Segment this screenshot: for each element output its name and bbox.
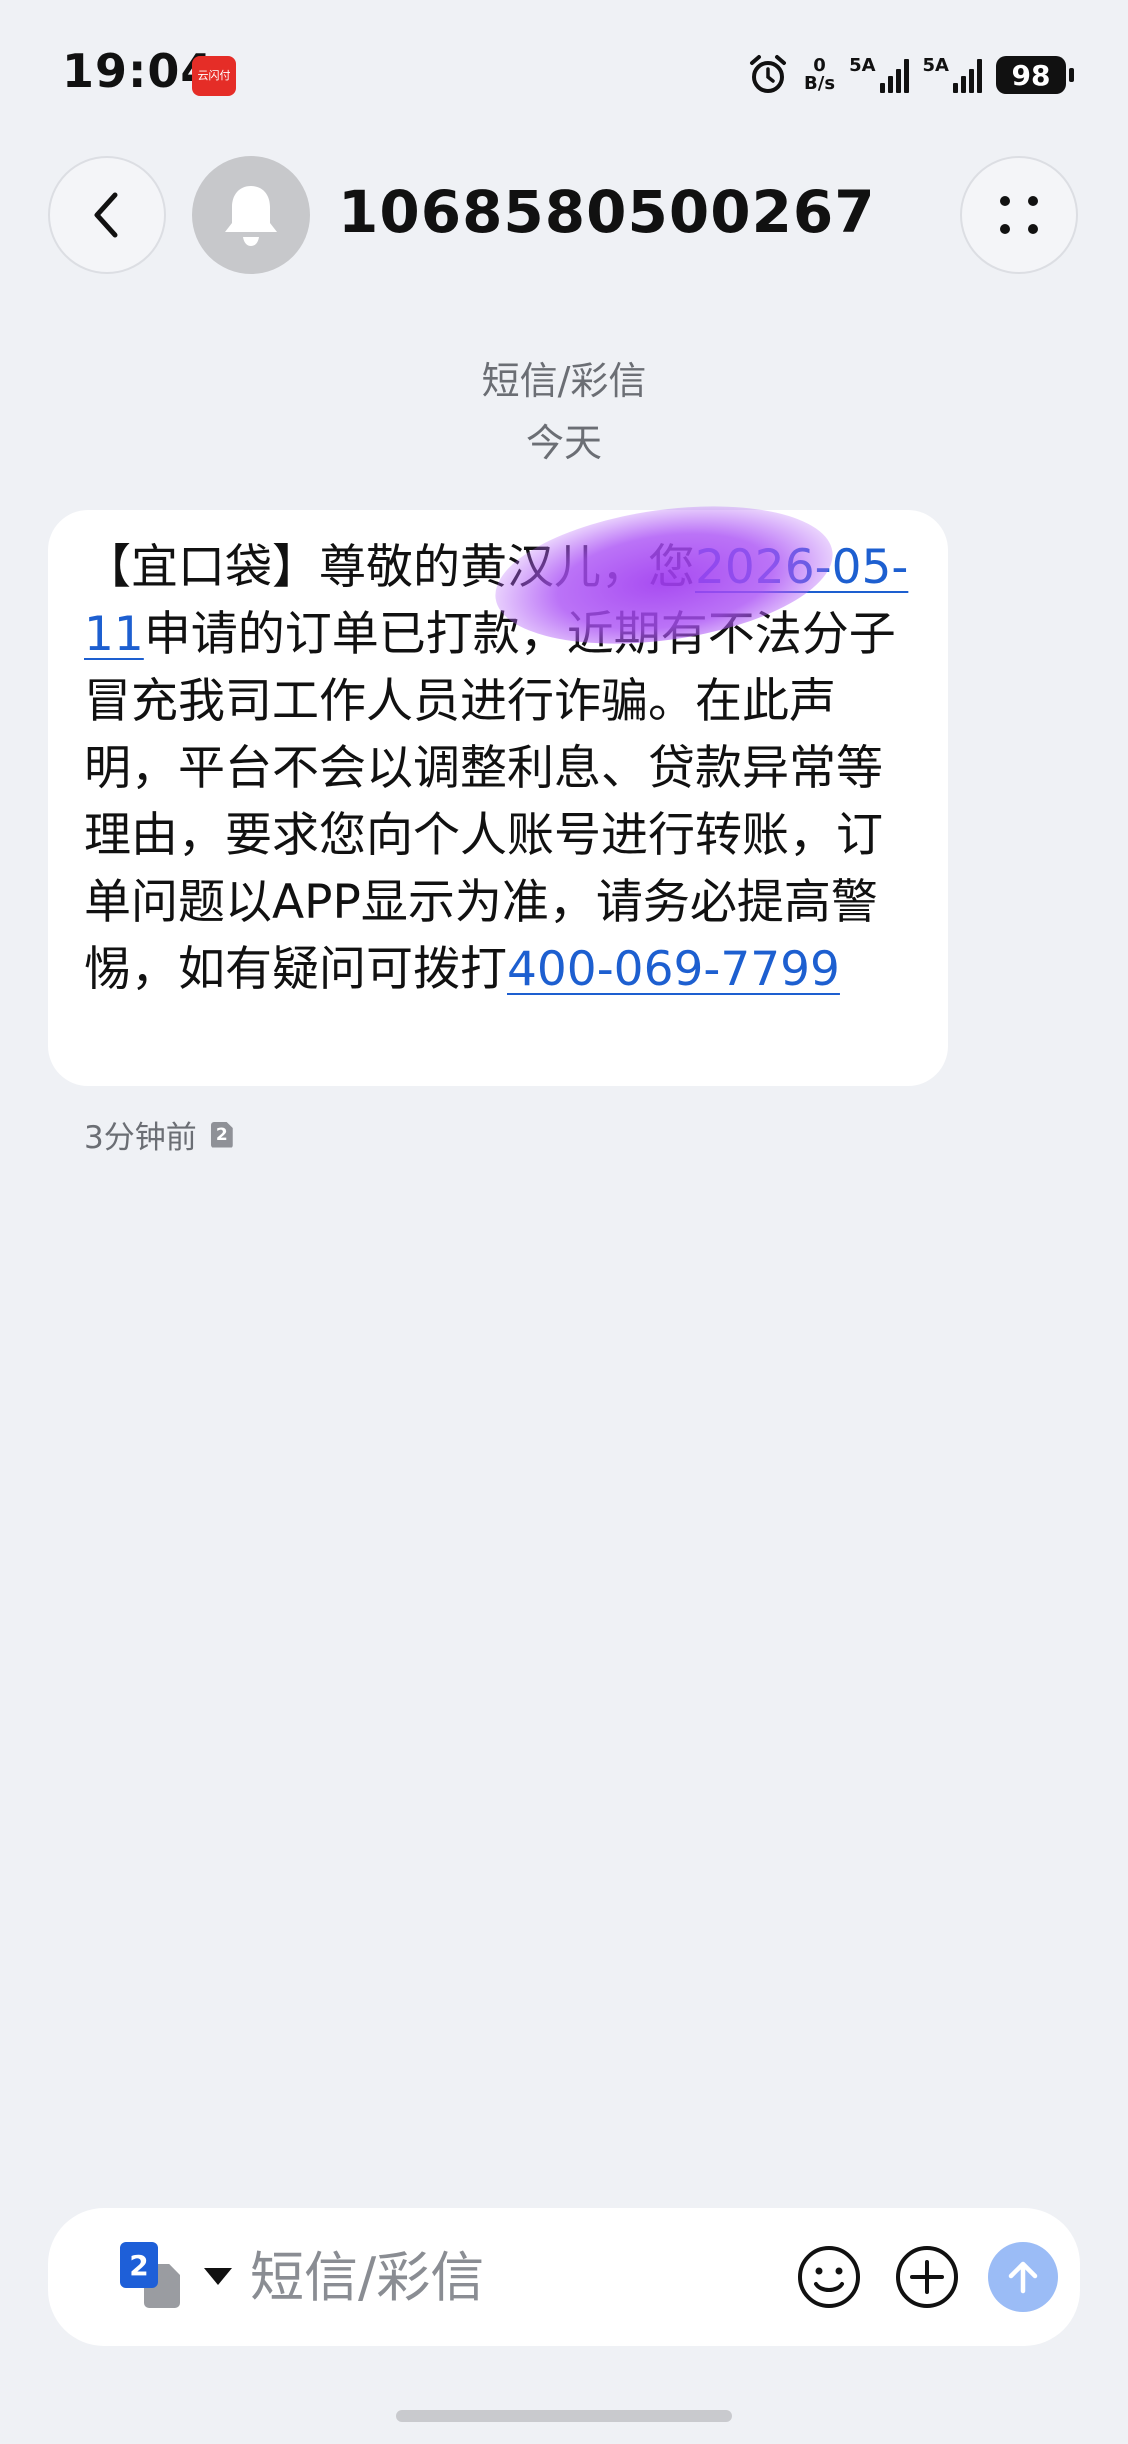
plus-circle-icon[interactable] [894,2244,960,2310]
message-text-part: 申请的订单已打款，近期有不法分子冒充我司工作人员进行诈骗。在此声明，平台不会以调… [84,607,896,997]
messages-screen: 19:04 云闪付 0 B/s 5A 5A 98 1068580500267 短… [0,0,1128,2444]
alarm-clock-icon [750,55,787,93]
network-speed: 0 B/s [804,57,835,93]
message-bubble[interactable]: 【宜口袋】尊敬的黄汉儿，您2026-05-11申请的订单已打款，近期有不法分子冒… [48,486,948,1086]
unionpay-app-icon: 云闪付 [192,56,236,96]
sim-card-icon: 2 [120,2242,158,2288]
message-text: 【宜口袋】尊敬的黄汉儿，您2026-05-11申请的订单已打款，近期有不法分子冒… [84,486,912,1003]
smiley-icon[interactable] [796,2244,862,2310]
signal-bars-icon [879,59,909,93]
message-composer: 2 [48,2208,1080,2346]
home-indicator[interactable] [396,2410,732,2422]
sim2-signal: 5A [923,57,982,93]
message-time: 3分钟前 [84,1120,197,1156]
date-separator: 今天 [525,421,602,465]
sim-selector[interactable]: 2 [120,2242,186,2312]
signal-bars-icon [953,59,982,93]
arrow-up-icon [1008,2261,1038,2294]
sim-card-icon: 2 [210,1121,233,1148]
message-meta: 3分钟前 2 [84,1112,233,1157]
sim1-signal: 5A [849,55,909,93]
contact-avatar[interactable] [192,156,310,274]
bell-icon [225,186,277,246]
caret-down-icon[interactable] [204,2268,232,2285]
status-bar: 19:04 云闪付 0 B/s 5A 5A 98 [0,0,1128,150]
contact-number: 1068580500267 [338,178,876,246]
sim1-network-label: 5A [849,55,876,76]
battery-indicator: 98 [996,56,1074,94]
phone-link[interactable]: 400-069-7799 [507,942,840,997]
more-options-button[interactable] [960,156,1078,274]
status-time: 19:04 [62,44,214,98]
four-dots-icon [1000,196,1038,234]
chevron-left-icon [94,192,118,238]
message-input[interactable] [250,2232,590,2322]
network-speed-unit: B/s [804,73,836,94]
send-button[interactable] [988,2242,1058,2312]
sim2-network-label: 5A [922,55,949,76]
conversation-type-label: 短信/彩信 [481,359,647,403]
status-icons: 0 B/s 5A 5A 98 [746,52,1074,98]
back-button[interactable] [48,156,166,274]
